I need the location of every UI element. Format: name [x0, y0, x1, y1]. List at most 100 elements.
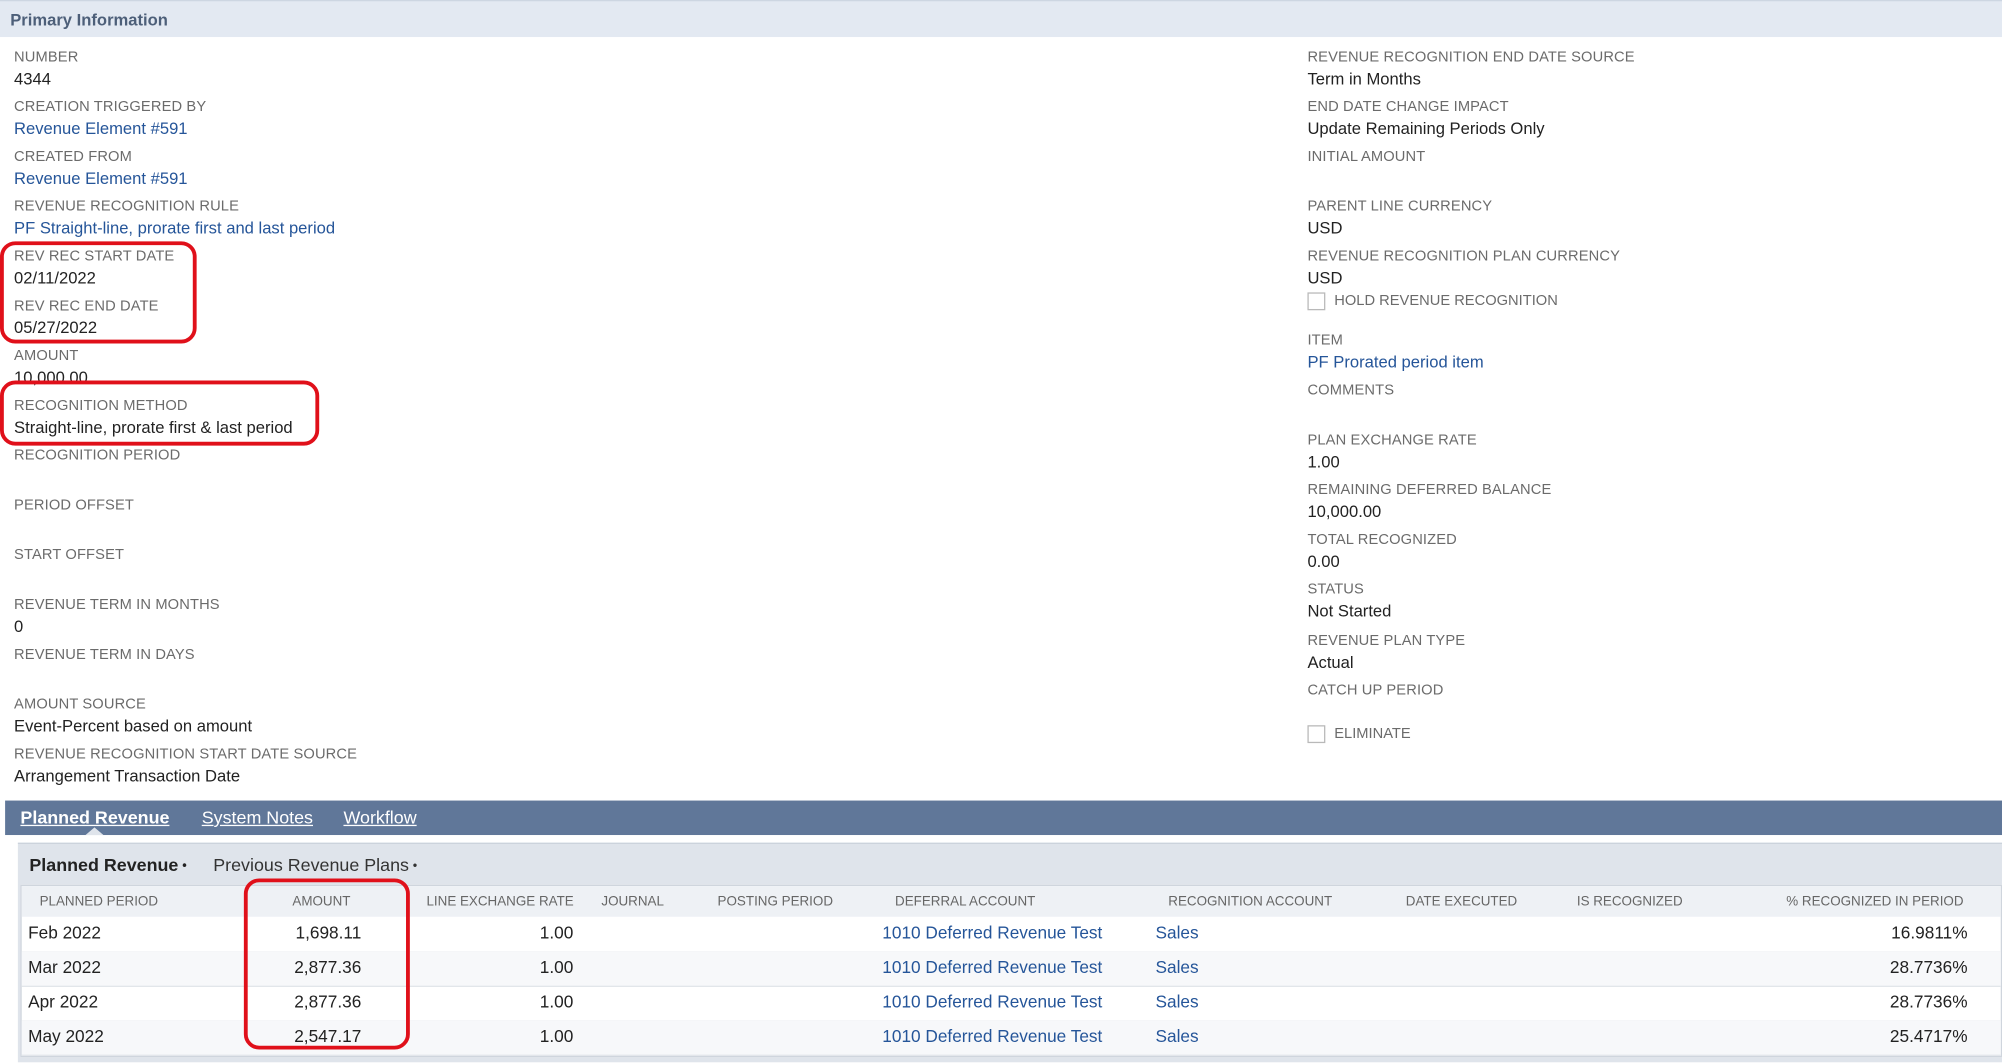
primary-information-header[interactable]: Primary Information	[0, 0, 2002, 38]
field-revenue-recognition-rule: REVENUE RECOGNITION RULE PF Straight-lin…	[14, 198, 335, 239]
column-header[interactable]: LINE EXCHANGE RATE	[426, 894, 573, 909]
column-header[interactable]: DATE EXECUTED	[1406, 894, 1518, 909]
field-label: REVENUE RECOGNITION START DATE SOURCE	[14, 746, 358, 763]
field-label: STATUS	[1307, 582, 1364, 598]
field-label: TOTAL RECOGNIZED	[1307, 532, 1457, 548]
field-plan-exchange-rate: PLAN EXCHANGE RATE 1.00	[1307, 432, 1476, 473]
field-label: REV REC START DATE	[14, 248, 175, 265]
field-total-recognized: TOTAL RECOGNIZED 0.00	[1307, 531, 1456, 572]
field-end-date-change-impact: END DATE CHANGE IMPACT Update Remaining …	[1307, 98, 1544, 139]
tab-workflow[interactable]: Workflow	[343, 807, 416, 827]
field-label: INITIAL AMOUNT	[1307, 149, 1426, 165]
tab-system-notes[interactable]: System Notes	[202, 807, 313, 827]
cell-recognition-account-link[interactable]: Sales	[1156, 1027, 1199, 1046]
cell-amount: 2,547.17	[294, 1026, 362, 1046]
cell-amount: 2,877.36	[294, 957, 362, 977]
field-comments: COMMENTS	[1307, 382, 1394, 402]
field-creation-triggered-by: CREATION TRIGGERED BY Revenue Element #5…	[14, 98, 206, 139]
field-value: Update Remaining Periods Only	[1307, 118, 1545, 138]
field-end-date-source: REVENUE RECOGNITION END DATE SOURCE Term…	[1307, 49, 1634, 90]
cell-pct-recognized: 28.7736%	[1889, 957, 1968, 977]
column-header[interactable]: POSTING PERIOD	[718, 894, 833, 909]
field-label: CATCH UP PERIOD	[1307, 683, 1444, 699]
field-value: USD	[1307, 268, 1343, 288]
field-label: ITEM	[1307, 333, 1344, 349]
field-value: USD	[1307, 218, 1343, 238]
table-row[interactable]: May 2022 2,547.17 1.00 1010 Deferred Rev…	[21, 1020, 2001, 1056]
field-amount: AMOUNT 10,000.00	[14, 347, 88, 388]
field-plan-currency: REVENUE RECOGNITION PLAN CURRENCY USD	[1307, 248, 1620, 289]
cell-amount: 2,877.36	[294, 992, 362, 1012]
field-label: AMOUNT SOURCE	[14, 697, 146, 713]
column-header[interactable]: JOURNAL	[601, 894, 664, 909]
field-label: REVENUE TERM IN MONTHS	[14, 597, 220, 613]
field-recognition-method: RECOGNITION METHOD Straight-line, prorat…	[14, 397, 293, 438]
column-header[interactable]: AMOUNT	[292, 894, 350, 909]
cell-deferral-account-link[interactable]: 1010 Deferred Revenue Test	[882, 1027, 1102, 1046]
cell-planned-period: Mar 2022	[28, 957, 101, 977]
field-remaining-deferred-balance: REMAINING DEFERRED BALANCE 10,000.00	[1307, 481, 1551, 522]
column-header[interactable]: PLANNED PERIOD	[40, 894, 158, 909]
table-row[interactable]: Feb 2022 1,698.11 1.00 1010 Deferred Rev…	[21, 917, 2001, 953]
field-value: Not Started	[1307, 601, 1392, 621]
creation-triggered-by-link[interactable]: Revenue Element #591	[14, 119, 206, 139]
cell-recognition-account-link[interactable]: Sales	[1156, 992, 1199, 1011]
table-row[interactable]: Mar 2022 2,877.36 1.00 1010 Deferred Rev…	[21, 951, 2001, 987]
field-label: REVENUE PLAN TYPE	[1307, 633, 1466, 649]
field-label: RECOGNITION PERIOD	[14, 448, 181, 464]
cell-line-exchange-rate: 1.00	[539, 957, 574, 977]
checkbox-box[interactable]	[1307, 292, 1326, 311]
item-link[interactable]: PF Prorated period item	[1307, 352, 1483, 372]
subtab-planned-revenue[interactable]: Planned Revenue •	[29, 854, 186, 874]
field-label: CREATED FROM	[14, 149, 132, 165]
hold-revenue-recognition-checkbox[interactable]: HOLD REVENUE RECOGNITION	[1307, 292, 1558, 311]
field-label: NUMBER	[14, 49, 79, 66]
field-number: NUMBER 4344	[14, 49, 78, 90]
field-created-from: CREATED FROM Revenue Element #591	[14, 148, 187, 189]
field-status: STATUS Not Started	[1307, 581, 1391, 622]
column-header[interactable]: IS RECOGNIZED	[1577, 894, 1683, 909]
field-label: CREATION TRIGGERED BY	[14, 99, 207, 115]
column-header[interactable]: DEFERRAL ACCOUNT	[895, 894, 1035, 909]
tab-planned-revenue[interactable]: Planned Revenue	[20, 807, 169, 827]
created-from-link[interactable]: Revenue Element #591	[14, 169, 187, 189]
field-label: REMAINING DEFERRED BALANCE	[1307, 482, 1552, 498]
field-rev-rec-start-date: REV REC START DATE 02/11/2022	[14, 248, 174, 289]
checkbox-box[interactable]	[1307, 725, 1326, 744]
cell-pct-recognized: 25.4717%	[1889, 1026, 1968, 1046]
field-label: PERIOD OFFSET	[14, 497, 135, 514]
table-row[interactable]: Apr 2022 2,877.36 1.00 1010 Deferred Rev…	[21, 986, 2001, 1022]
cell-recognition-account-link[interactable]: Sales	[1156, 923, 1199, 942]
field-value: 1.00	[1307, 451, 1340, 472]
field-label: START OFFSET	[14, 547, 125, 564]
cell-recognition-account-link[interactable]: Sales	[1156, 958, 1199, 977]
subtab-bar: Planned Revenue System Notes Workflow	[5, 800, 2002, 836]
field-label: PLAN EXCHANGE RATE	[1307, 432, 1477, 449]
eliminate-checkbox[interactable]: ELIMINATE	[1307, 725, 1411, 744]
revenue-recognition-rule-link[interactable]: PF Straight-line, prorate first and last…	[14, 218, 335, 238]
subtab-marker: •	[182, 859, 187, 874]
field-revenue-plan-type: REVENUE PLAN TYPE Actual	[1307, 632, 1465, 673]
active-tab-caret	[85, 827, 104, 836]
subtab-marker: •	[412, 859, 418, 874]
cell-deferral-account-link[interactable]: 1010 Deferred Revenue Test	[882, 923, 1102, 942]
field-label: END DATE CHANGE IMPACT	[1307, 99, 1509, 115]
section-title: Primary Information	[10, 10, 168, 30]
field-value: 05/27/2022	[14, 317, 98, 338]
field-initial-amount: INITIAL AMOUNT	[1307, 148, 1425, 168]
column-header[interactable]: RECOGNITION ACCOUNT	[1168, 894, 1332, 909]
field-value: 0.00	[1307, 551, 1340, 571]
field-value: Actual	[1307, 652, 1354, 672]
column-header[interactable]: % RECOGNIZED IN PERIOD	[1786, 894, 1963, 909]
field-value: 10,000.00	[14, 367, 88, 387]
field-rev-rec-end-date: REV REC END DATE 05/27/2022	[14, 297, 159, 338]
cell-deferral-account-link[interactable]: 1010 Deferred Revenue Test	[882, 958, 1102, 977]
table-header: PLANNED PERIOD AMOUNT LINE EXCHANGE RATE…	[21, 886, 2001, 917]
field-revenue-term-days: REVENUE TERM IN DAYS	[14, 646, 195, 666]
subtab-previous-revenue-plans[interactable]: Previous Revenue Plans •	[213, 854, 417, 874]
cell-line-exchange-rate: 1.00	[539, 1026, 574, 1046]
cell-pct-recognized: 28.7736%	[1889, 992, 1968, 1012]
field-value: 10,000.00	[1307, 501, 1382, 521]
cell-deferral-account-link[interactable]: 1010 Deferred Revenue Test	[882, 992, 1102, 1011]
field-label: REVENUE TERM IN DAYS	[14, 647, 195, 663]
